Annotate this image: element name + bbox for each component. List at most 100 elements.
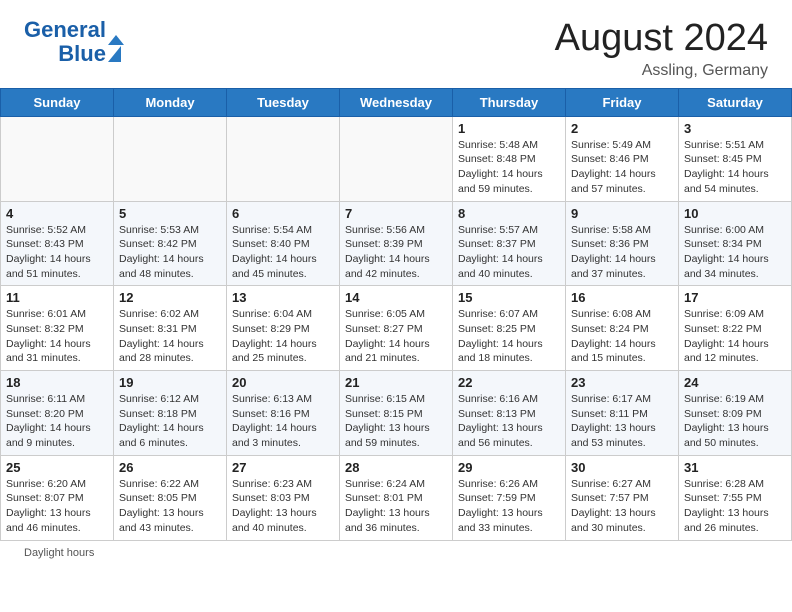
day-number: 10 [684,206,786,221]
logo-general: General [24,18,106,42]
calendar-cell: 13Sunrise: 6:04 AM Sunset: 8:29 PM Dayli… [227,286,340,371]
day-number: 5 [119,206,221,221]
calendar-cell [340,116,453,201]
day-number: 15 [458,290,560,305]
calendar-cell: 25 Sunrise: 6:20 AM Sunset: 8:07 PM Dayli… [1,455,114,540]
day-number: 27 [232,460,334,475]
calendar-cell: 11 Sunrise: 6:01 AM Sunset: 8:32 PM Dayli… [1,286,114,371]
calendar-cell: 3 Sunrise: 5:51 AM Sunset: 8:45 PM Daylig… [679,116,792,201]
calendar-cell: 5 Sunrise: 5:53 AM Sunset: 8:42 PM Daylig… [114,201,227,286]
day-info: Sunrise: 5:56 AM Sunset: 8:39 PM Dayligh… [345,223,447,282]
day-number: 3 [684,121,786,136]
day-number: 11 [6,290,108,305]
calendar-cell: 30Sunrise: 6:27 AM Sunset: 7:57 PM Dayli… [566,455,679,540]
day-info: Sunrise: 6:09 AM Sunset: 8:22 PM Dayligh… [684,307,786,366]
header: General Blue August 2024 Assling, German… [0,0,792,88]
day-number: 24 [684,375,786,390]
day-info: Sunrise: 6:26 AM Sunset: 7:59 PM Dayligh… [458,477,560,536]
calendar-cell: 22 Sunrise: 6:16 AM Sunset: 8:13 PM Dayli… [453,371,566,456]
calendar-cell: 10 Sunrise: 6:00 AM Sunset: 8:34 PM Dayli… [679,201,792,286]
day-info: Sunrise: 6:01 AM Sunset: 8:32 PM Dayligh… [6,307,108,366]
day-number: 26 [119,460,221,475]
day-info: Sunrise: 5:54 AM Sunset: 8:40 PM Dayligh… [232,223,334,282]
calendar-cell: 16 Sunrise: 6:08 AM Sunset: 8:24 PM Dayli… [566,286,679,371]
calendar-cell: 8 Sunrise: 5:57 AM Sunset: 8:37 PM Daylig… [453,201,566,286]
day-info: Sunrise: 6:20 AM Sunset: 8:07 PM Dayligh… [6,477,108,536]
day-number: 31 [684,460,786,475]
day-number: 14 [345,290,447,305]
day-info: Sunrise: 6:12 AM Sunset: 8:18 PM Dayligh… [119,392,221,451]
calendar-cell: 14 Sunrise: 6:05 AM Sunset: 8:27 PM Dayli… [340,286,453,371]
day-number: 19 [119,375,221,390]
day-info: Sunrise: 5:51 AM Sunset: 8:45 PM Dayligh… [684,138,786,197]
day-number: 9 [571,206,673,221]
day-number: 13 [232,290,334,305]
day-number: 20 [232,375,334,390]
calendar-cell: 15Sunrise: 6:07 AM Sunset: 8:25 PM Dayli… [453,286,566,371]
day-info: Sunrise: 6:00 AM Sunset: 8:34 PM Dayligh… [684,223,786,282]
day-info: Sunrise: 6:23 AM Sunset: 8:03 PM Dayligh… [232,477,334,536]
day-number: 4 [6,206,108,221]
day-number: 7 [345,206,447,221]
day-of-week-header: Tuesday [227,88,340,116]
calendar-cell: 2Sunrise: 5:49 AM Sunset: 8:46 PM Daylig… [566,116,679,201]
day-number: 21 [345,375,447,390]
calendar-cell: 17 Sunrise: 6:09 AM Sunset: 8:22 PM Dayli… [679,286,792,371]
day-info: Sunrise: 6:02 AM Sunset: 8:31 PM Dayligh… [119,307,221,366]
day-info: Sunrise: 5:58 AM Sunset: 8:36 PM Dayligh… [571,223,673,282]
calendar-cell: 9 Sunrise: 5:58 AM Sunset: 8:36 PM Daylig… [566,201,679,286]
day-number: 28 [345,460,447,475]
calendar-cell: 1 Sunrise: 5:48 AM Sunset: 8:48 PM Daylig… [453,116,566,201]
day-info: Sunrise: 6:22 AM Sunset: 8:05 PM Dayligh… [119,477,221,536]
daylight-label: Daylight hours [24,547,94,559]
day-of-week-header: Friday [566,88,679,116]
day-number: 6 [232,206,334,221]
day-info: Sunrise: 6:11 AM Sunset: 8:20 PM Dayligh… [6,392,108,451]
calendar-cell: 23 Sunrise: 6:17 AM Sunset: 8:11 PM Dayli… [566,371,679,456]
day-info: Sunrise: 5:57 AM Sunset: 8:37 PM Dayligh… [458,223,560,282]
calendar-cell: 20 Sunrise: 6:13 AM Sunset: 8:16 PM Dayli… [227,371,340,456]
day-number: 22 [458,375,560,390]
day-of-week-header: Thursday [453,88,566,116]
day-number: 16 [571,290,673,305]
day-info: Sunrise: 5:53 AM Sunset: 8:42 PM Dayligh… [119,223,221,282]
day-info: Sunrise: 6:19 AM Sunset: 8:09 PM Dayligh… [684,392,786,451]
day-number: 18 [6,375,108,390]
day-of-week-header: Monday [114,88,227,116]
logo: General Blue [24,18,124,66]
calendar-cell [114,116,227,201]
calendar-cell: 4 Sunrise: 5:52 AM Sunset: 8:43 PM Daylig… [1,201,114,286]
calendar-cell [227,116,340,201]
calendar-cell: 6 Sunrise: 5:54 AM Sunset: 8:40 PM Daylig… [227,201,340,286]
month-year: August 2024 [555,18,768,60]
day-info: Sunrise: 5:48 AM Sunset: 8:48 PM Dayligh… [458,138,560,197]
day-info: Sunrise: 6:24 AM Sunset: 8:01 PM Dayligh… [345,477,447,536]
calendar-cell: 24 Sunrise: 6:19 AM Sunset: 8:09 PM Dayli… [679,371,792,456]
calendar-cell: 21Sunrise: 6:15 AM Sunset: 8:15 PM Dayli… [340,371,453,456]
logo-blue: Blue [58,42,106,66]
calendar-cell: 26 Sunrise: 6:22 AM Sunset: 8:05 PM Dayli… [114,455,227,540]
day-info: Sunrise: 6:08 AM Sunset: 8:24 PM Dayligh… [571,307,673,366]
day-number: 23 [571,375,673,390]
location: Assling, Germany [555,62,768,80]
day-number: 12 [119,290,221,305]
calendar-cell: 7 Sunrise: 5:56 AM Sunset: 8:39 PM Daylig… [340,201,453,286]
day-of-week-header: Saturday [679,88,792,116]
day-info: Sunrise: 6:13 AM Sunset: 8:16 PM Dayligh… [232,392,334,451]
day-number: 25 [6,460,108,475]
day-info: Sunrise: 6:16 AM Sunset: 8:13 PM Dayligh… [458,392,560,451]
day-info: Sunrise: 6:27 AM Sunset: 7:57 PM Dayligh… [571,477,673,536]
calendar-cell: 18 Sunrise: 6:11 AM Sunset: 8:20 PM Dayli… [1,371,114,456]
calendar-cell: 12 Sunrise: 6:02 AM Sunset: 8:31 PM Dayli… [114,286,227,371]
day-number: 2 [571,121,673,136]
day-info: Sunrise: 6:17 AM Sunset: 8:11 PM Dayligh… [571,392,673,451]
day-number: 17 [684,290,786,305]
calendar: SundayMondayTuesdayWednesdayThursdayFrid… [0,88,792,541]
footer: Daylight hours [0,541,792,565]
day-number: 8 [458,206,560,221]
calendar-cell: 19 Sunrise: 6:12 AM Sunset: 8:18 PM Dayli… [114,371,227,456]
day-number: 1 [458,121,560,136]
day-info: Sunrise: 5:52 AM Sunset: 8:43 PM Dayligh… [6,223,108,282]
day-of-week-header: Wednesday [340,88,453,116]
day-info: Sunrise: 6:05 AM Sunset: 8:27 PM Dayligh… [345,307,447,366]
